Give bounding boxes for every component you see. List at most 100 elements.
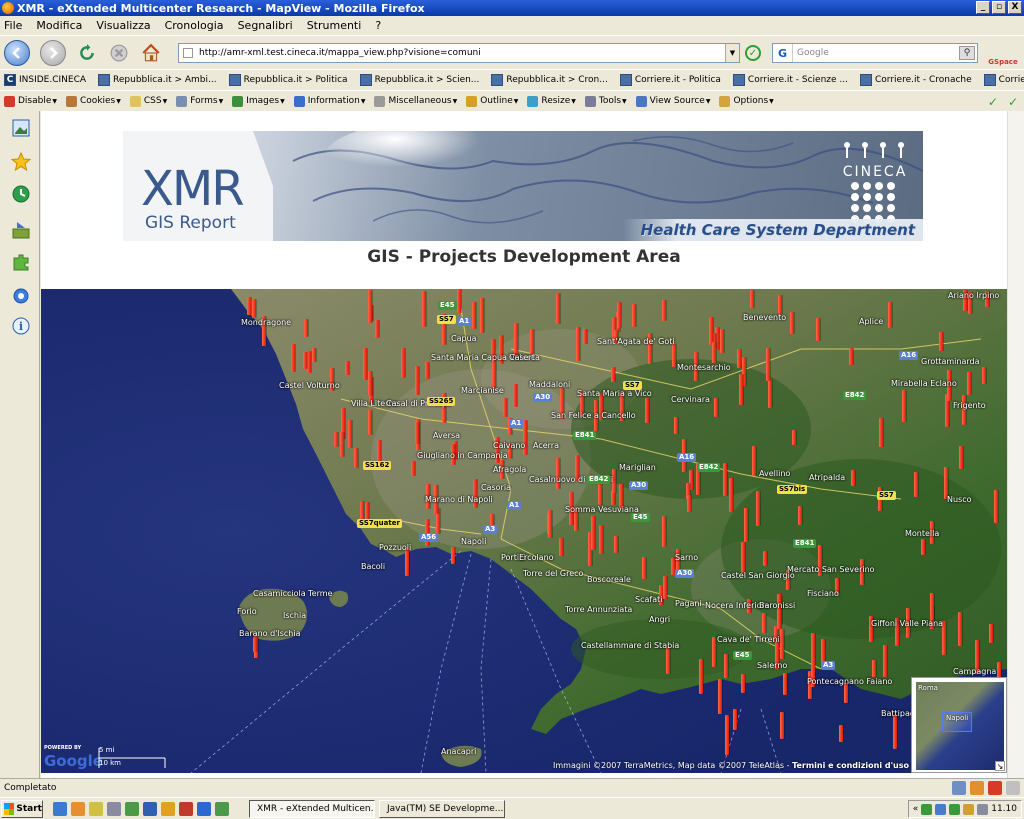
map-marker[interactable] [291, 344, 295, 372]
map-marker[interactable] [739, 374, 743, 405]
map-marker[interactable] [724, 654, 728, 678]
map-marker[interactable] [780, 712, 784, 739]
map-marker[interactable] [583, 329, 587, 344]
map-marker[interactable] [712, 342, 716, 363]
map-marker[interactable] [989, 624, 993, 643]
map-marker[interactable] [741, 542, 745, 573]
map-marker[interactable] [514, 323, 518, 356]
close-button[interactable]: X [1008, 1, 1022, 14]
map-marker[interactable] [939, 332, 943, 351]
sidebar-addons-icon[interactable] [10, 251, 32, 273]
taskbar-item-firefox[interactable]: XMR - eXtended Multicen... [249, 799, 375, 818]
map-marker[interactable] [666, 648, 670, 674]
map-marker[interactable] [798, 506, 802, 525]
map-marker[interactable] [766, 348, 770, 381]
map-marker[interactable] [839, 725, 843, 742]
map-marker[interactable] [725, 715, 729, 744]
map-marker[interactable] [632, 304, 636, 327]
map-marker[interactable] [663, 576, 667, 599]
map-marker[interactable] [709, 317, 713, 345]
map-marker[interactable] [611, 491, 615, 505]
google-map[interactable]: Benevento Mondragone Capua Sant'Agata de' G… [41, 289, 1007, 773]
html-valid-icon[interactable]: ✓ [1008, 95, 1018, 109]
map-marker[interactable] [307, 351, 311, 373]
bookmark-item[interactable]: Repubblica.it > Cron... [491, 74, 608, 86]
map-marker[interactable] [422, 291, 426, 327]
map-marker[interactable] [334, 432, 338, 447]
map-marker[interactable] [962, 395, 966, 425]
map-marker[interactable] [712, 637, 716, 667]
menu-cronologia[interactable]: Cronologia [165, 19, 224, 32]
map-marker[interactable] [556, 458, 560, 489]
map-marker[interactable] [741, 674, 745, 693]
app-icon[interactable] [161, 801, 175, 816]
map-marker[interactable] [457, 289, 461, 313]
map-marker[interactable] [699, 659, 703, 694]
map-marker[interactable] [662, 300, 666, 321]
map-marker[interactable] [559, 538, 563, 556]
map-marker[interactable] [914, 472, 918, 497]
bookmark-item[interactable]: Repubblica.it > Politica [228, 74, 348, 86]
terminal-icon[interactable] [107, 801, 121, 816]
overview-toggle-icon[interactable]: ↘ [995, 761, 1005, 771]
map-marker[interactable] [354, 448, 358, 468]
bookmark-item[interactable]: Corriere.it [983, 74, 1024, 86]
map-marker[interactable] [425, 362, 429, 379]
map-marker[interactable] [614, 536, 618, 553]
map-marker[interactable] [872, 660, 876, 677]
map-marker[interactable] [303, 352, 307, 369]
map-marker[interactable] [662, 516, 666, 547]
forward-button[interactable] [40, 39, 66, 66]
map-marker[interactable] [780, 629, 784, 659]
taskbar-item-java[interactable]: Java(TM) SE Developme... [379, 799, 505, 818]
terms-link[interactable]: Termini e condizioni d'uso [792, 761, 909, 770]
map-marker[interactable] [811, 633, 815, 658]
map-marker[interactable] [375, 320, 379, 338]
map-marker[interactable] [363, 348, 367, 380]
map-marker[interactable] [744, 508, 748, 542]
map-marker[interactable] [645, 398, 649, 423]
map-marker[interactable] [556, 293, 560, 324]
devbar-miscellaneous-menu[interactable]: Miscellaneous ▼ [374, 95, 457, 107]
devbar-tools-menu[interactable]: Tools ▼ [584, 95, 627, 107]
devbar-outline-menu[interactable]: Outline ▼ [466, 95, 518, 107]
map-marker[interactable] [611, 367, 615, 382]
map-marker[interactable] [879, 418, 883, 447]
status-error-icon[interactable] [988, 781, 1002, 795]
menu-modifica[interactable]: Modifica [36, 19, 82, 32]
map-marker[interactable] [737, 349, 741, 368]
map-marker[interactable] [598, 483, 602, 505]
map-marker[interactable] [451, 547, 455, 564]
map-marker[interactable] [415, 422, 419, 444]
stop-button[interactable] [108, 42, 130, 64]
map-marker[interactable] [415, 366, 419, 395]
devbar-disable-menu[interactable]: Disable ▼ [4, 95, 57, 107]
map-marker[interactable] [674, 417, 678, 434]
url-bar[interactable]: http://amr-xml.test.cineca.it/mappa_view… [178, 43, 740, 63]
map-marker[interactable] [958, 612, 962, 646]
map-marker[interactable] [994, 490, 998, 523]
firefox-quicklaunch-icon[interactable] [71, 801, 85, 816]
map-marker[interactable] [348, 420, 352, 448]
map-marker[interactable] [888, 302, 892, 328]
map-marker[interactable] [304, 319, 308, 337]
bookmark-item[interactable]: Corriere.it - Cronache [860, 74, 972, 86]
sidebar-info-icon[interactable]: i [10, 315, 32, 337]
go-button[interactable]: ✓ [745, 45, 761, 61]
gspace-button[interactable]: GSpace [986, 42, 1020, 66]
map-marker[interactable] [576, 327, 580, 361]
map-marker[interactable] [756, 491, 760, 526]
map-marker[interactable] [401, 348, 405, 378]
map-marker[interactable] [672, 344, 676, 367]
map-marker[interactable] [714, 398, 718, 417]
minimize-button[interactable]: _ [976, 1, 990, 14]
tray-expand-icon[interactable]: « [913, 804, 919, 814]
map-marker[interactable] [599, 525, 603, 554]
maximize-button[interactable]: ▫ [992, 1, 1006, 14]
overview-map[interactable]: Roma Napoli ↘ [911, 677, 1007, 773]
menu-visualizza[interactable]: Visualizza [96, 19, 150, 32]
map-marker[interactable] [368, 410, 372, 435]
map-marker[interactable] [768, 378, 772, 408]
devbar-cookies-menu[interactable]: Cookies ▼ [66, 95, 121, 107]
tray-security-icon[interactable] [963, 803, 975, 815]
